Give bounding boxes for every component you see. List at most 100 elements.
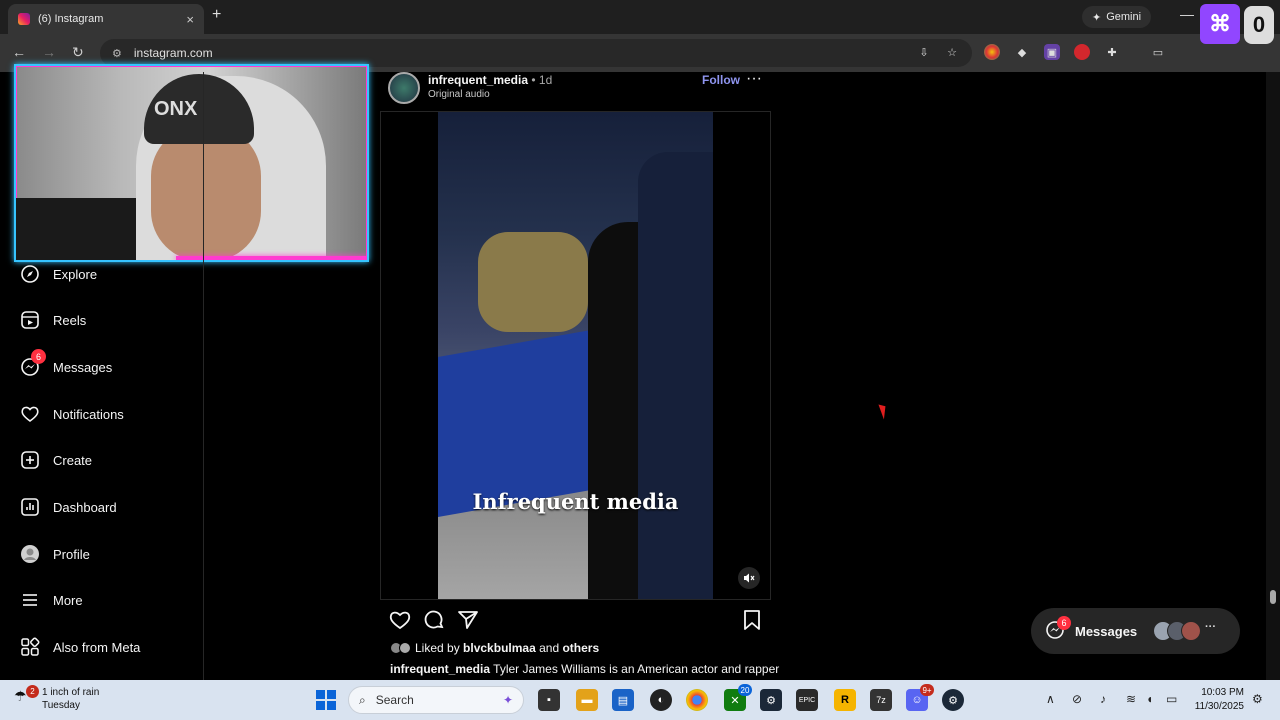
app-icon[interactable]: ◐ (650, 689, 672, 711)
copilot-sparkle-icon: ✦ (502, 693, 513, 707)
sidebar-item-also-from-meta[interactable]: Also from Meta (20, 635, 140, 659)
like-heart-icon[interactable] (388, 608, 412, 632)
post-video[interactable] (438, 112, 713, 599)
color-extension-icon[interactable] (984, 44, 1000, 60)
taskbar-search-placeholder: Search (375, 693, 414, 707)
author-username[interactable]: infrequent_media • 1d (428, 73, 552, 87)
sidebar-item-notifications[interactable]: Notifications (20, 402, 124, 426)
bookmark-star-icon[interactable]: ☆ (944, 44, 960, 60)
profile-icon (20, 544, 40, 564)
page-scrollbar[interactable] (1266, 72, 1280, 680)
post-actions (388, 608, 770, 634)
diamond-extension-icon[interactable]: ◆ (1014, 44, 1030, 60)
gemini-button[interactable]: ✦ Gemini (1082, 6, 1152, 28)
instagram-sidebar: Explore Reels 6 Messages Notifications C… (0, 72, 204, 680)
sidebar-item-label: Messages (53, 359, 113, 375)
address-bar[interactable]: ⚙ instagram.com (100, 39, 972, 67)
sidebar-item-dashboard[interactable]: Dashboard (20, 495, 117, 519)
forward-arrow-icon[interactable]: → (42, 44, 56, 60)
notification-bell-icon[interactable]: ⚙ (1252, 692, 1263, 706)
battery-icon[interactable]: ▭ (1166, 692, 1177, 706)
weather-line-1: 1 inch of rain (42, 687, 100, 698)
install-app-icon[interactable]: ⇩ (916, 44, 932, 60)
sidebar-item-label: Create (53, 452, 93, 468)
sidebar-item-explore[interactable]: Explore (20, 262, 97, 286)
task-view-icon[interactable]: ▪ (538, 689, 560, 711)
search-icon: ⌕ (359, 692, 366, 707)
back-arrow-icon[interactable]: ← (12, 44, 26, 60)
follow-button[interactable]: Follow (702, 73, 740, 87)
tray-chevron-icon[interactable]: ∧ (1046, 692, 1055, 706)
liked-by-line: Liked by blvckbulmaa and others (390, 641, 599, 655)
meta-apps-icon (20, 637, 40, 657)
chrome-icon[interactable] (686, 689, 708, 711)
save-bookmark-icon[interactable] (740, 608, 764, 632)
sidebar-item-more[interactable]: More (20, 588, 83, 612)
epic-games-icon[interactable]: EPIC (796, 689, 818, 711)
comment-icon[interactable] (422, 608, 446, 632)
sidebar-item-label: More (53, 592, 83, 608)
extensions-puzzle-icon[interactable]: ✚ (1104, 44, 1120, 60)
webcam-frame-accent (176, 256, 367, 260)
chat-avatar (1181, 621, 1201, 641)
discord-icon[interactable]: ☺ 9+ (906, 684, 934, 711)
tab-search-icon[interactable]: ▭ (1150, 44, 1166, 60)
instagram-favicon-icon (18, 13, 30, 25)
sidebar-item-label: Explore (53, 266, 98, 282)
hamburger-icon (20, 590, 40, 610)
messages-pill-badge: 6 (1057, 616, 1071, 630)
screen: (6) Instagram × + ✦ Gemini — ← → ↻ ⚙ ins… (0, 0, 1280, 720)
7zip-icon[interactable]: 7z (870, 689, 892, 711)
clock-date: 11/30/2025 (1194, 701, 1244, 712)
xbox-icon[interactable]: ✕ 20 (724, 684, 752, 711)
twitch-extension-icon[interactable]: ▣ (1044, 44, 1060, 60)
author-username-text: infrequent_media (428, 73, 529, 87)
liked-user-link[interactable]: blvckbulmaa (463, 641, 536, 655)
file-explorer-icon[interactable]: ▬ (576, 689, 598, 711)
weather-line-2: Tuesday (42, 700, 80, 711)
reels-icon (20, 310, 40, 330)
more-chats-icon: ··· (1205, 621, 1216, 633)
tab-close-icon[interactable]: × (186, 12, 194, 27)
liked-others-link[interactable]: others (562, 641, 599, 655)
volume-icon[interactable]: ◖ (1146, 692, 1153, 706)
url-text: instagram.com (133, 46, 213, 60)
tab-instagram[interactable]: (6) Instagram × (8, 4, 204, 34)
mute-icon[interactable] (738, 567, 760, 589)
new-tab-button[interactable]: + (212, 6, 221, 24)
sidebar-item-messages[interactable]: 6 Messages (20, 349, 113, 379)
cloud-off-icon[interactable]: ⊘ (1072, 692, 1082, 706)
messages-floating-button[interactable]: 6 Messages ··· (1031, 608, 1240, 654)
caption-text: Tyler James Williams is an American acto… (490, 662, 780, 676)
rockstar-icon[interactable]: R (834, 689, 856, 711)
stream-counter-overlay: 0 (1244, 6, 1274, 44)
sidebar-item-label: Notifications (53, 406, 124, 422)
sidebar-item-create[interactable]: Create (20, 448, 92, 472)
steam-icon[interactable]: ⚙ (760, 689, 782, 711)
wifi-icon[interactable]: ≋ (1126, 692, 1136, 706)
more-options-icon[interactable]: ··· (746, 70, 762, 88)
steam-client-icon[interactable]: ⚙ (942, 689, 964, 711)
clock-time: 10:03 PM (1201, 687, 1244, 698)
sidebar-item-profile[interactable]: Profile (20, 542, 90, 566)
author-avatar[interactable] (388, 72, 420, 104)
window-minimize-button[interactable]: — (1180, 6, 1194, 22)
weather-widget[interactable]: ☂ 2 1 inch of rain Tuesday (14, 685, 100, 712)
taskbar-search[interactable]: ⌕ Search ✦ (348, 686, 524, 714)
microphone-icon[interactable]: ♪ (1100, 692, 1106, 706)
caption-username[interactable]: infrequent_media (390, 662, 490, 676)
scrollbar-thumb[interactable] (1270, 590, 1276, 604)
windows-start-icon[interactable] (316, 690, 336, 710)
messages-pill-label: Messages (1075, 623, 1138, 639)
reload-icon[interactable]: ↻ (72, 44, 84, 61)
store-icon[interactable]: ▤ (612, 689, 634, 711)
share-send-icon[interactable] (456, 608, 480, 632)
messages-badge: 6 (31, 349, 46, 364)
xbox-badge: 20 (738, 684, 752, 696)
liker-avatar (399, 642, 411, 654)
red-extension-icon[interactable] (1074, 44, 1090, 60)
audio-link[interactable]: Original audio (428, 89, 490, 100)
sidebar-item-reels[interactable]: Reels (20, 308, 86, 332)
site-info-icon[interactable]: ⚙ (112, 47, 122, 60)
system-clock[interactable]: 10:03 PM 11/30/2025 (1190, 686, 1244, 714)
